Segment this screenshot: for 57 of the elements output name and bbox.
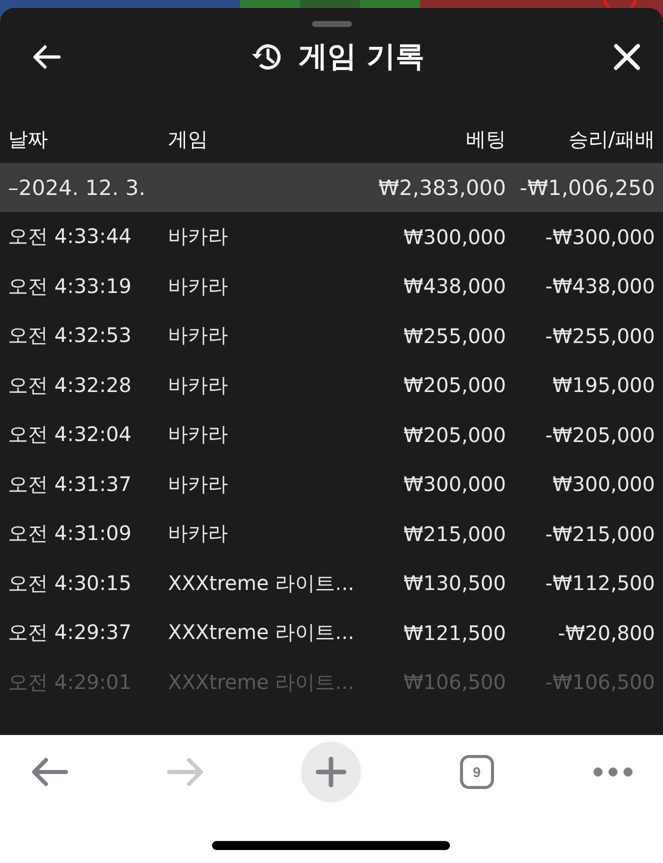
game-cell-text: XXXtreme 라이트...	[168, 619, 356, 646]
time-cell-text: 오전 4:33:19	[8, 272, 132, 300]
more-button[interactable]	[593, 766, 633, 778]
game-cell-text: 바카라	[168, 421, 229, 448]
result-cell-text: -₩300,000	[544, 224, 655, 249]
date-text: –2024. 12. 3.	[8, 176, 146, 200]
result-cell-text: -₩112,500	[544, 571, 655, 596]
bet-cell-text: ₩121,500	[402, 620, 506, 645]
game-cell-text: 바카라	[168, 272, 229, 300]
time-cell-text: 오전 4:32:04	[8, 421, 132, 448]
close-icon	[612, 43, 641, 71]
time-cell-text: 오전 4:33:44	[8, 223, 132, 250]
result-cell-text: -₩106,500	[544, 670, 655, 694]
bet-cell-text: ₩255,000	[402, 324, 506, 348]
result-cell-text: -₩20,800	[557, 620, 655, 645]
game-cell-text: XXXtreme 라이트...	[168, 570, 356, 597]
result-cell-text: ₩195,000	[552, 373, 655, 398]
bet-cell-text: ₩205,000	[402, 373, 506, 398]
column-header: 날짜	[8, 126, 49, 153]
result-total: -₩1,006,250	[518, 176, 655, 200]
back-arrow-icon	[32, 44, 62, 70]
game-cell-text: XXXtreme 라이트...	[168, 668, 356, 696]
sheet-title: 게임 기록	[298, 38, 425, 75]
bet-total: ₩2,383,000	[377, 176, 506, 200]
result-cell-text: -₩255,000	[544, 324, 655, 348]
time-cell-text: 오전 4:32:28	[8, 372, 132, 399]
game-cell-text: 바카라	[168, 322, 229, 350]
result-cell-text: -₩215,000	[544, 522, 655, 546]
drag-handle[interactable]	[312, 21, 352, 27]
time-cell-text: 오전 4:31:37	[8, 470, 132, 498]
result-cell-text: ₩300,000	[552, 472, 655, 496]
game-cell-text: 바카라	[168, 223, 229, 250]
result-cell-text: -₩205,000	[544, 422, 655, 447]
plus-icon	[314, 756, 346, 788]
column-header: 베팅	[465, 126, 506, 153]
bet-cell-text: ₩438,000	[402, 274, 506, 298]
forward-arrow-icon	[165, 756, 206, 788]
column-header: 게임	[168, 126, 209, 153]
game-cell-text: 바카라	[168, 520, 229, 548]
time-cell-text: 오전 4:29:01	[8, 668, 132, 696]
bet-cell-text: ₩106,500	[402, 670, 506, 694]
result-cell-text: -₩438,000	[544, 274, 655, 298]
time-cell-text: 오전 4:29:37	[8, 619, 132, 646]
back-arrow-icon	[30, 756, 70, 788]
game-cell-text: 바카라	[168, 372, 229, 399]
bet-cell-text: ₩130,500	[402, 571, 506, 596]
more-icon	[593, 766, 633, 778]
bet-cell-text: ₩300,000	[402, 472, 506, 496]
bet-cell-text: ₩215,000	[402, 522, 506, 546]
time-cell-text: 오전 4:32:53	[8, 322, 132, 350]
game-cell-text: 바카라	[168, 470, 229, 498]
bet-cell-text: ₩300,000	[402, 224, 506, 249]
bet-cell-text: ₩205,000	[402, 422, 506, 447]
date-group-row[interactable]: –2024. 12. 3. ₩2,383,000 -₩1,006,250	[0, 163, 663, 212]
column-header: 승리/패배	[567, 126, 655, 153]
time-cell-text: 오전 4:31:09	[8, 520, 132, 548]
time-cell-text: 오전 4:30:15	[8, 570, 132, 597]
